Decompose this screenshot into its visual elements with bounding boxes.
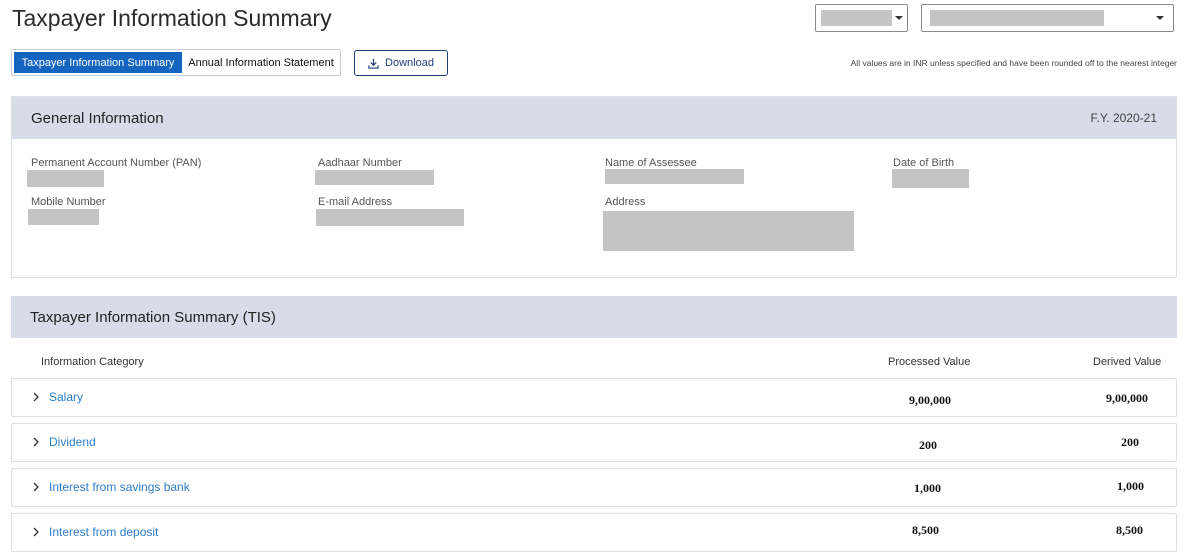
column-header-derived: Derived Value <box>1093 356 1162 368</box>
processed-value: 8,500 <box>912 523 939 537</box>
chevron-right-icon <box>33 392 39 402</box>
tis-title: Taxpayer Information Summary (TIS) <box>30 308 276 326</box>
caret-down-icon <box>1156 16 1164 20</box>
dob-label: Date of Birth <box>893 157 955 169</box>
financial-year-label: F.Y. 2020-21 <box>1090 111 1158 125</box>
chevron-right-icon <box>33 437 39 447</box>
processed-value: 9,00,000 <box>909 393 951 407</box>
tis-header: Taxpayer Information Summary (TIS) <box>11 296 1177 338</box>
download-icon <box>368 58 379 69</box>
email-value-redacted <box>316 209 464 226</box>
mobile-value-redacted <box>28 209 99 225</box>
derived-value: 200 <box>1121 435 1139 449</box>
general-information-card: General Information F.Y. 2020-21 <box>11 96 1177 278</box>
derived-value: 1,000 <box>1117 479 1144 493</box>
caret-down-icon <box>895 16 903 20</box>
address-label: Address <box>605 196 646 208</box>
processed-value: 1,000 <box>914 481 941 495</box>
general-information-header: General Information F.Y. 2020-21 <box>12 97 1176 139</box>
taxpayer-select[interactable] <box>921 4 1174 32</box>
tis-row-interest-savings[interactable]: Interest from savings bank 1,000 1,000 <box>11 468 1177 507</box>
aadhaar-value-redacted <box>315 170 434 185</box>
download-label: Download <box>385 57 434 69</box>
tis-row-interest-deposit[interactable]: Interest from deposit 8,500 8,500 <box>11 513 1177 552</box>
tab-taxpayer-information-summary[interactable]: Taxpayer Information Summary <box>14 52 182 73</box>
derived-value: 8,500 <box>1116 523 1143 537</box>
processed-value: 200 <box>919 438 937 452</box>
name-value-redacted <box>605 169 744 184</box>
pan-value-redacted <box>27 170 104 187</box>
name-label: Name of Assessee <box>605 157 697 169</box>
currency-note: All values are in INR unless specified a… <box>850 58 1177 68</box>
chevron-right-icon <box>33 527 39 537</box>
dob-value-redacted <box>892 169 969 188</box>
row-label: Interest from deposit <box>49 525 159 539</box>
derived-value: 9,00,000 <box>1106 391 1148 405</box>
column-header-processed: Processed Value <box>888 356 971 368</box>
chevron-right-icon <box>33 482 39 492</box>
mobile-label: Mobile Number <box>31 196 106 208</box>
redacted-value <box>821 10 892 26</box>
address-value-redacted <box>603 211 854 251</box>
statement-tabs: Taxpayer Information Summary Annual Info… <box>11 49 341 76</box>
page-title: Taxpayer Information Summary <box>12 5 332 31</box>
download-button[interactable]: Download <box>354 50 448 76</box>
general-information-title: General Information <box>31 109 164 127</box>
year-select[interactable] <box>815 4 908 32</box>
tab-annual-information-statement[interactable]: Annual Information Statement <box>182 50 340 75</box>
aadhaar-label: Aadhaar Number <box>318 157 402 169</box>
email-label: E-mail Address <box>318 196 392 208</box>
redacted-value <box>930 10 1104 26</box>
tis-row-salary[interactable]: Salary 9,00,000 9,00,000 <box>11 378 1177 417</box>
row-label: Interest from savings bank <box>49 480 190 494</box>
row-label: Salary <box>49 390 84 404</box>
row-label: Dividend <box>49 435 96 449</box>
tis-row-dividend[interactable]: Dividend 200 200 <box>11 423 1177 462</box>
pan-label: Permanent Account Number (PAN) <box>31 157 202 169</box>
column-header-category: Information Category <box>41 356 144 368</box>
